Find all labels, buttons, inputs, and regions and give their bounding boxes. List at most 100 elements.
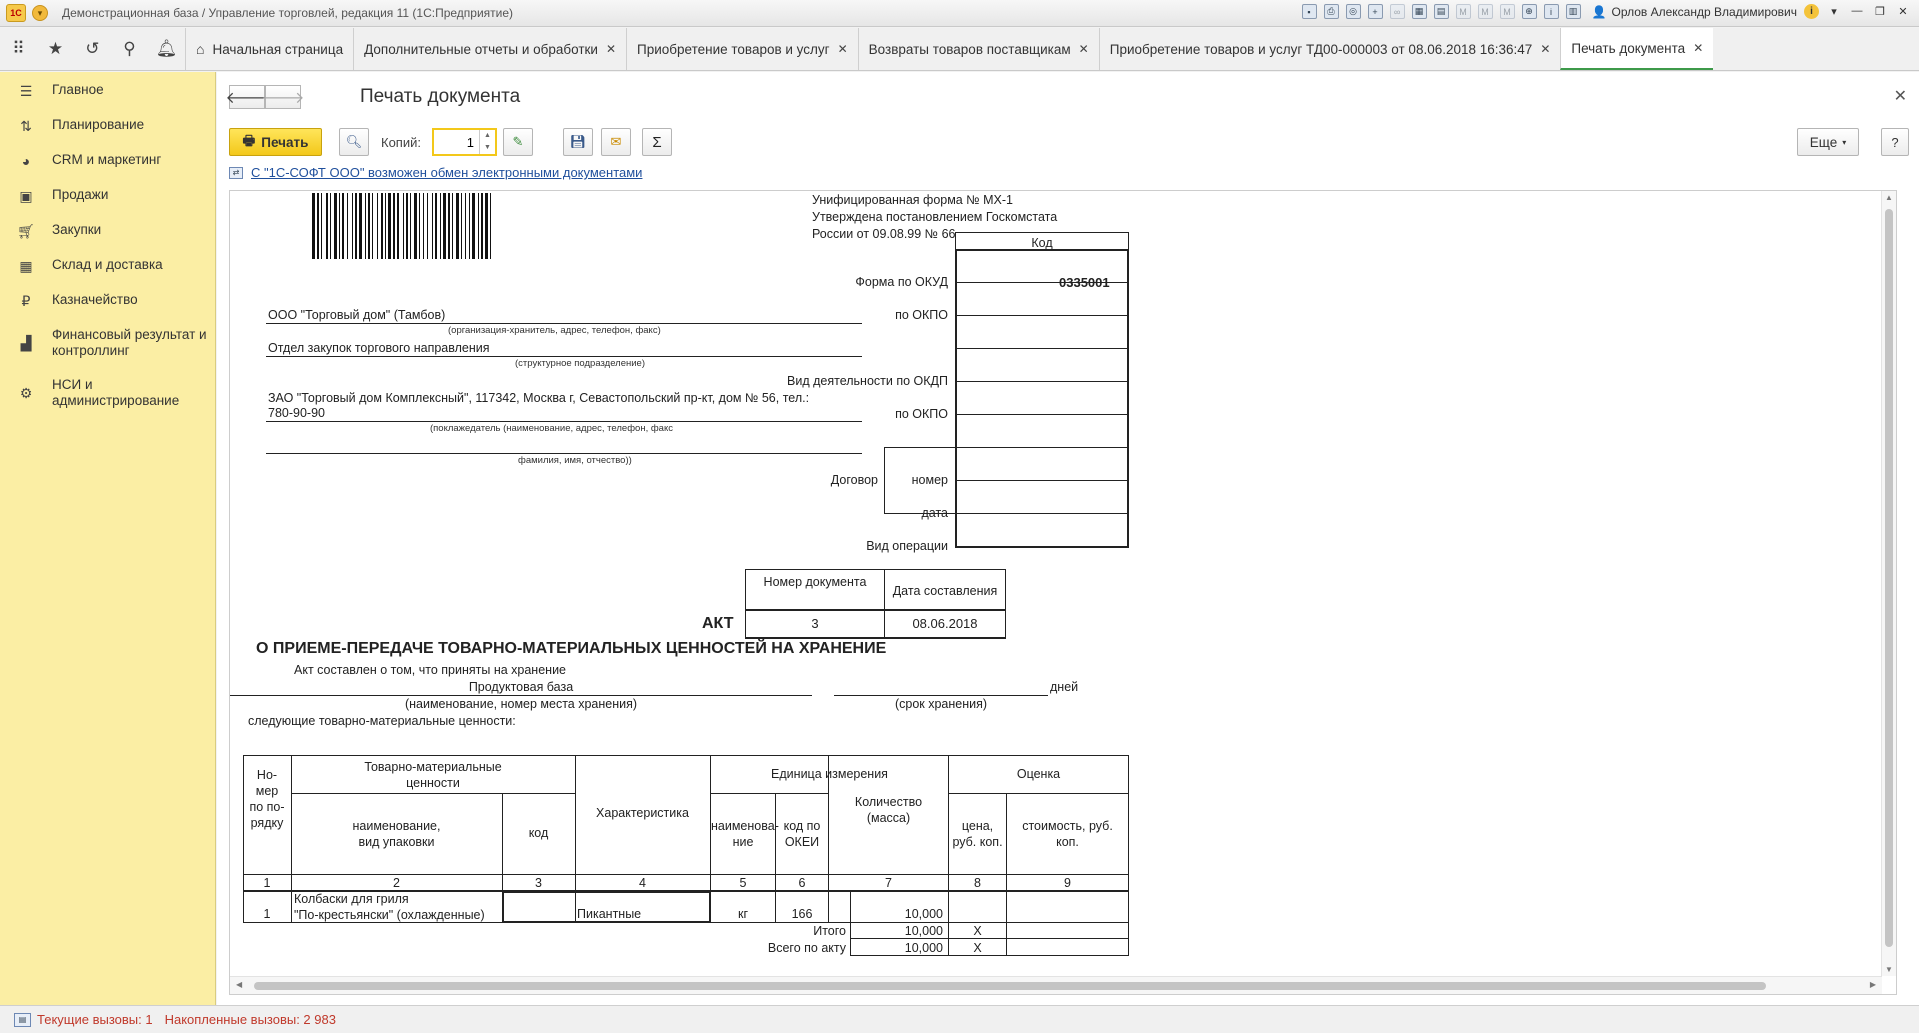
sidebar-item-main[interactable]: ☰ Главное xyxy=(0,82,216,100)
notifications-bell-icon[interactable]: 🔔︎ xyxy=(148,28,185,70)
history-icon[interactable]: ↺ xyxy=(74,28,111,70)
barcode-bar xyxy=(326,193,328,259)
user-menu[interactable]: 👤 Орлов Александр Владимирович xyxy=(1592,5,1797,19)
page-title: Печать документа xyxy=(360,86,521,107)
tab-purchases[interactable]: Приобретение товаров и услуг ✕ xyxy=(626,28,858,70)
print-icon[interactable]: ⎙ xyxy=(1323,4,1339,19)
copies-spinner[interactable]: ▲ ▼ xyxy=(479,130,495,154)
m-minus-icon[interactable]: M xyxy=(1499,4,1515,19)
send-email-button[interactable]: ✉ xyxy=(601,128,631,156)
spreadsheet-icon[interactable]: ▦ xyxy=(1411,4,1427,19)
barcode-bar xyxy=(321,193,322,259)
gear-icon: ⚙ xyxy=(19,385,33,401)
edi-link[interactable]: С "1С-СОФТ ООО" возможен обмен электронн… xyxy=(251,165,642,180)
org-caption: (организация-хранитель, адрес, телефон, … xyxy=(448,325,661,336)
favorites-star-icon[interactable]: ★ xyxy=(37,28,74,70)
close-form-icon[interactable]: ✕ xyxy=(1894,86,1907,106)
sidebar-item-label: Продажи xyxy=(52,187,109,202)
search-icon[interactable]: ⚲ xyxy=(111,28,148,70)
close-icon[interactable]: ✕ xyxy=(838,42,848,56)
tab-purchase-document[interactable]: Приобретение товаров и услуг ТД00-000003… xyxy=(1098,28,1561,70)
minimize-icon[interactable]: — xyxy=(1849,5,1865,19)
scroll-up-icon[interactable]: ▲ xyxy=(1882,193,1896,202)
table-header-unit-name: наименова- ние xyxy=(711,819,779,849)
vertical-scrollbar[interactable]: ▲ ▼ xyxy=(1881,191,1896,976)
help-button[interactable]: ? xyxy=(1881,128,1909,156)
sidebar-item-treasury[interactable]: ₽ Казначейство xyxy=(0,292,216,310)
sum-button[interactable]: Σ xyxy=(642,128,672,156)
tab-additional-reports[interactable]: Дополнительные отчеты и обработки ✕ xyxy=(353,28,626,70)
sidebar-item-warehouse[interactable]: ▦ Склад и доставка xyxy=(0,257,216,275)
save-button[interactable]: 💾︎ xyxy=(563,128,593,156)
tab-print-document[interactable]: Печать документа ✕ xyxy=(1560,28,1714,70)
scrollbar-thumb[interactable] xyxy=(1885,209,1893,947)
sidebar-item-label: НСИ и администрирование xyxy=(52,377,180,408)
close-icon[interactable]: ✕ xyxy=(606,42,616,56)
barcode-bar xyxy=(469,193,470,259)
restore-icon[interactable]: ❐ xyxy=(1872,5,1888,19)
sidebar-item-label: Закупки xyxy=(52,222,102,237)
col-number: 7 xyxy=(885,876,892,890)
preview-button[interactable]: 🔍︎ xyxy=(339,128,369,156)
pie-chart-icon: ◕ xyxy=(21,153,31,169)
scroll-down-icon[interactable]: ▼ xyxy=(1882,965,1896,974)
sidebar-item-finance[interactable]: ▟ Финансовый результат и контроллинг xyxy=(0,327,216,359)
close-icon[interactable]: ✕ xyxy=(1693,41,1703,55)
depositor-caption: (поклажедатель (наименование, адрес, тел… xyxy=(430,423,673,434)
storage-place: Продуктовая база xyxy=(468,680,574,694)
performance-icon[interactable]: ▤ xyxy=(14,1012,31,1027)
preview-icon[interactable]: ◎ xyxy=(1345,4,1361,19)
user-icon: 👤 xyxy=(1591,4,1607,19)
attach-icon[interactable]: + xyxy=(1367,4,1383,19)
copies-field[interactable]: ▲▼ xyxy=(432,128,497,156)
table-header-num: Но- мер по по- рядку xyxy=(249,768,285,830)
main-menu-button[interactable]: ▾ xyxy=(32,5,48,21)
horizontal-scrollbar[interactable]: ◀ ▶ xyxy=(230,976,1882,994)
info-panel-icon[interactable]: i xyxy=(1543,4,1559,19)
barcode-bar xyxy=(339,193,340,259)
barcode-bar xyxy=(397,193,399,259)
operation-label: Вид операции xyxy=(866,539,948,553)
print-button[interactable]: 🖶 Печать xyxy=(229,128,322,156)
tab-returns[interactable]: Возвраты товаров поставщикам ✕ xyxy=(857,28,1099,70)
sidebar-item-purchases[interactable]: 🛒︎ Закупки xyxy=(0,222,216,240)
copies-input[interactable] xyxy=(434,130,480,154)
col-number: 6 xyxy=(798,876,806,890)
barcode-bar xyxy=(456,193,459,259)
tab-label: Дополнительные отчеты и обработки xyxy=(364,41,598,57)
scrollbar-thumb[interactable] xyxy=(254,982,1766,990)
more-label: Еще xyxy=(1809,134,1838,150)
sidebar-item-label: Финансовый результат и контроллинг xyxy=(52,327,207,358)
total-x: X xyxy=(973,924,982,938)
apps-grid-icon[interactable]: ⠿ xyxy=(0,28,37,70)
more-button[interactable]: Еще ▾ xyxy=(1797,128,1859,156)
close-icon[interactable]: ✕ xyxy=(1540,42,1550,56)
save-icon[interactable]: ▪ xyxy=(1301,4,1317,19)
m-plus-icon[interactable]: M xyxy=(1477,4,1493,19)
layout-icon[interactable]: ▥ xyxy=(1565,4,1581,19)
barcode-bar xyxy=(465,193,466,259)
calendar-icon[interactable]: ▤ xyxy=(1433,4,1449,19)
scroll-left-icon[interactable]: ◀ xyxy=(236,980,242,989)
total-qty: 10,000 xyxy=(904,924,943,938)
sidebar-item-sales[interactable]: ▣ Продажи xyxy=(0,187,216,205)
link-icon[interactable]: ∞ xyxy=(1389,4,1405,19)
zoom-icon[interactable]: ⊕ xyxy=(1521,4,1537,19)
close-icon[interactable]: ✕ xyxy=(1079,42,1089,56)
tab-home[interactable]: ⌂ Начальная страница xyxy=(185,28,353,70)
sidebar-item-planning[interactable]: ⇅ Планирование xyxy=(0,117,216,135)
forward-button[interactable]: 🡒 xyxy=(262,85,304,109)
document-viewer[interactable]: Унифицированная форма № МХ-1 Утверждена … xyxy=(229,190,1897,995)
window-menu-icon[interactable]: ▾ xyxy=(1826,5,1842,19)
sidebar: ☰ Главное ⇅ Планирование ◕ CRM и маркети… xyxy=(0,72,216,1005)
scroll-right-icon[interactable]: ▶ xyxy=(1870,980,1876,989)
info-icon[interactable]: i xyxy=(1804,4,1819,19)
barcode-bar xyxy=(406,193,408,259)
sidebar-item-crm[interactable]: ◕ CRM и маркетинг xyxy=(0,152,216,169)
close-window-icon[interactable]: ✕ xyxy=(1895,5,1911,19)
m-icon[interactable]: M xyxy=(1455,4,1471,19)
sidebar-item-admin[interactable]: ⚙ НСИ и администрирование xyxy=(0,377,216,409)
back-button[interactable]: 🡐 xyxy=(226,85,268,109)
org-name: ООО "Торговый дом" (Тамбов) xyxy=(268,308,446,322)
edit-document-button[interactable]: ✎ xyxy=(503,128,533,156)
